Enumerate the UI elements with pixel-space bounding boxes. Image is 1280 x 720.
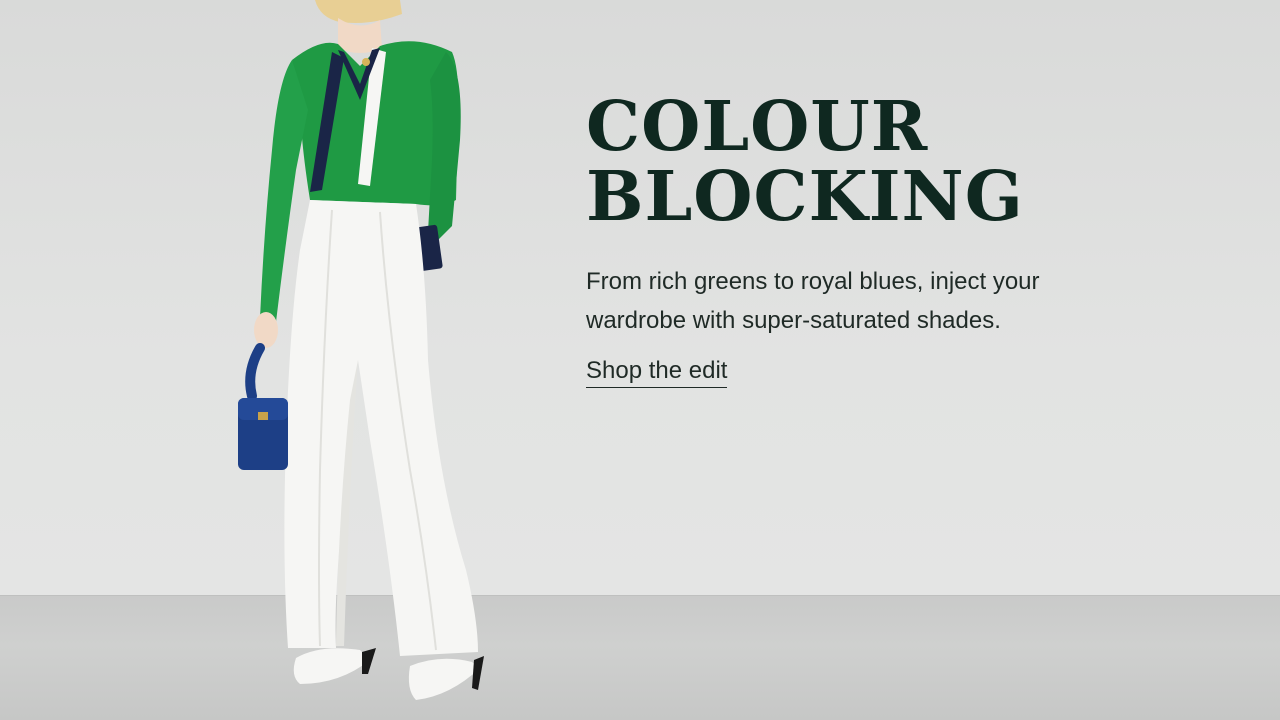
right-shoe bbox=[408, 658, 480, 700]
shop-the-edit-link[interactable]: Shop the edit bbox=[586, 356, 728, 388]
white-trousers bbox=[284, 200, 478, 656]
bag-strap bbox=[245, 343, 265, 401]
headline-line-1: COLOUR bbox=[586, 87, 929, 167]
left-heel bbox=[362, 648, 376, 674]
button bbox=[362, 58, 370, 66]
left-shoe bbox=[293, 648, 370, 684]
banner-copy: COLOUR BLOCKING From rich greens to roya… bbox=[586, 92, 1186, 388]
left-hand bbox=[254, 312, 278, 348]
hair bbox=[315, 0, 402, 23]
banner-headline: COLOUR BLOCKING bbox=[586, 92, 1186, 232]
headline-line-2: BLOCKING bbox=[586, 157, 1024, 237]
neck bbox=[338, 18, 382, 53]
model-photo bbox=[238, 0, 484, 700]
hero-banner[interactable]: COLOUR BLOCKING From rich greens to roya… bbox=[0, 0, 1280, 720]
right-sleeve bbox=[428, 52, 461, 242]
bag-buckle bbox=[258, 412, 268, 420]
studio-floor bbox=[0, 596, 1280, 720]
banner-subtext: From rich greens to royal blues, inject … bbox=[586, 268, 1040, 334]
right-heel bbox=[472, 656, 484, 690]
